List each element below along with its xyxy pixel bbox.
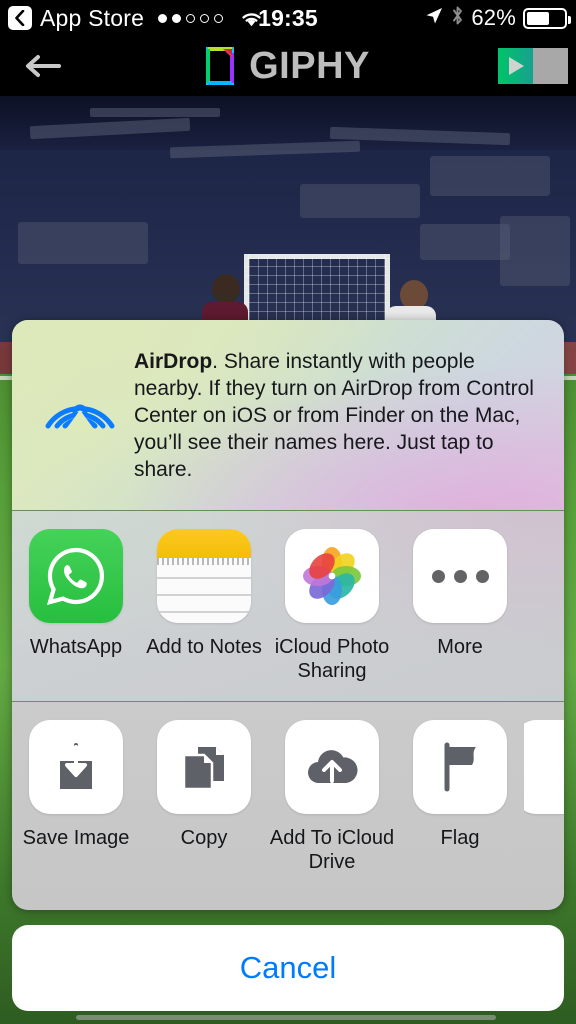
share-action-partial[interactable]	[524, 720, 564, 910]
airdrop-section[interactable]: AirDrop. Share instantly with people nea…	[12, 320, 564, 510]
share-action-copy[interactable]: Copy	[140, 720, 268, 910]
more-ellipsis-icon	[413, 529, 507, 623]
save-image-icon	[29, 720, 123, 814]
bluetooth-icon	[451, 5, 464, 32]
share-app-more[interactable]: More	[396, 529, 524, 701]
copy-icon	[157, 720, 251, 814]
status-bar-left: App Store	[0, 5, 424, 32]
share-action-label: Add To iCloud Drive	[269, 827, 395, 873]
battery-icon	[523, 7, 571, 29]
cancel-button[interactable]: Cancel	[12, 925, 564, 1011]
share-action-label: Flag	[440, 827, 480, 849]
share-action-flag[interactable]: Flag	[396, 720, 524, 910]
airdrop-description: AirDrop. Share instantly with people nea…	[126, 348, 542, 510]
home-indicator	[76, 1015, 496, 1020]
status-bar: App Store 19:35 62%	[0, 0, 576, 36]
partial-action-icon	[524, 720, 564, 814]
cancel-button-label: Cancel	[239, 950, 337, 985]
share-action-label: Save Image	[22, 827, 130, 849]
flag-icon	[413, 720, 507, 814]
iphone-screen: App Store 19:35 62% GIPHY AirDrop. Share…	[0, 0, 576, 1024]
airdrop-title: AirDrop	[134, 350, 213, 373]
share-app-label: WhatsApp	[29, 636, 123, 658]
share-action-add-to-icloud-drive[interactable]: Add To iCloud Drive	[268, 720, 396, 910]
arrow-left-icon	[26, 55, 61, 77]
cellular-signal-dots	[158, 13, 224, 23]
icloud-upload-icon	[285, 720, 379, 814]
share-apps-row[interactable]: WhatsApp Add to Notes iCloud Photo Shari…	[12, 511, 564, 701]
photos-icon	[285, 529, 379, 623]
battery-percent-label: 62%	[471, 5, 516, 30]
share-action-label: Copy	[180, 827, 228, 849]
share-app-label: More	[437, 636, 483, 658]
location-arrow-icon	[424, 5, 444, 32]
share-app-whatsapp[interactable]: WhatsApp	[12, 529, 140, 701]
share-app-label: iCloud Photo Sharing	[274, 636, 390, 682]
whatsapp-icon	[29, 529, 123, 623]
giphy-logo-icon	[206, 47, 237, 85]
airdrop-icon	[34, 352, 126, 444]
share-app-label: Add to Notes	[146, 636, 262, 658]
back-button[interactable]	[0, 51, 86, 81]
toggle-track-off	[533, 48, 568, 84]
status-bar-right: 62%	[424, 5, 576, 32]
gif-play-toggle[interactable]	[490, 48, 576, 84]
status-bar-back-label[interactable]: App Store	[40, 5, 144, 32]
app-title-group: GIPHY	[86, 45, 490, 88]
wifi-icon	[239, 9, 264, 28]
notes-icon	[157, 529, 251, 623]
chevron-left-icon[interactable]	[8, 6, 32, 30]
play-icon	[498, 48, 533, 84]
share-action-save-image[interactable]: Save Image	[12, 720, 140, 910]
app-nav-bar: GIPHY	[0, 36, 576, 96]
share-app-icloud-photo-sharing[interactable]: iCloud Photo Sharing	[268, 529, 396, 701]
share-sheet: AirDrop. Share instantly with people nea…	[12, 320, 564, 910]
page-title: GIPHY	[249, 44, 370, 87]
share-app-notes[interactable]: Add to Notes	[140, 529, 268, 701]
share-actions-row[interactable]: Save Image Copy Add To iCloud Drive Flag	[12, 702, 564, 910]
